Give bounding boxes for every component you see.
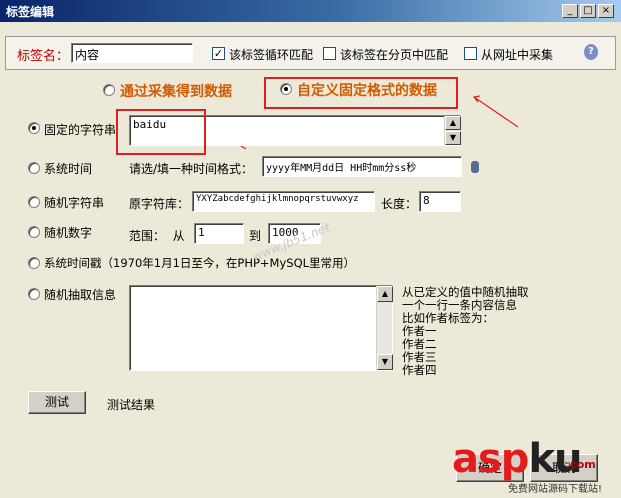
test-result-label: 测试结果	[107, 398, 156, 412]
charset-input[interactable]: YXYZabcdefghijklmnopqrstuvwxyz	[192, 191, 375, 212]
random-pick-textarea[interactable]	[129, 285, 393, 371]
aspku-logo: aspku	[452, 436, 583, 482]
random-string-radio[interactable]	[28, 196, 40, 208]
test-button[interactable]: 测试	[28, 391, 86, 414]
fixed-string-radio[interactable]	[28, 122, 40, 134]
annotation-box-fixed	[116, 109, 206, 155]
timestamp-label: 系统时间戳（1970年1月1日至今，在PHP+MySQL里常用）	[44, 256, 356, 270]
range-prompt: 范围： 从	[129, 229, 185, 243]
system-time-label: 系统时间	[44, 162, 93, 176]
random-string-label: 随机字符串	[44, 196, 105, 210]
time-format-picker-icon[interactable]	[471, 161, 479, 173]
help-line: 作者四	[402, 363, 437, 377]
annotation-arrows	[205, 95, 519, 150]
range-from-input[interactable]: 1	[194, 223, 244, 244]
random-pick-help: 从已定义的值中随机抽取 一个一行一条内容信息 比如作者标签为： 作者一 作者二 …	[402, 286, 529, 377]
random-pick-radio[interactable]	[28, 288, 40, 300]
random-pick-label: 随机抽取信息	[44, 288, 117, 302]
time-format-prompt: 请选/填一种时间格式：	[129, 162, 254, 176]
fixed-string-scrollbar[interactable]: ▲ ▼	[444, 116, 461, 145]
charset-prompt: 原字符库：	[129, 197, 190, 211]
fixed-string-label: 固定的字符串	[44, 123, 117, 137]
scroll-up-icon[interactable]: ▲	[445, 116, 461, 130]
time-format-input[interactable]: yyyy年MM月dd日 HH时mm分ss秒	[262, 156, 462, 177]
logo-tagline: 免费网站源码下载站!	[508, 484, 603, 495]
logo-suffix: .com	[566, 458, 596, 471]
scroll-down-icon[interactable]: ▼	[377, 354, 393, 370]
system-time-radio[interactable]	[28, 162, 40, 174]
scroll-down-icon[interactable]: ▼	[445, 131, 461, 145]
length-label: 长度：	[381, 197, 418, 211]
random-pick-scrollbar[interactable]: ▲ ▼	[376, 286, 393, 370]
random-number-label: 随机数字	[44, 226, 93, 240]
scroll-up-icon[interactable]: ▲	[377, 286, 393, 302]
timestamp-radio[interactable]	[28, 257, 40, 269]
range-to-label: 到	[249, 229, 262, 243]
logo-part1: asp	[452, 436, 529, 482]
length-input[interactable]: 8	[419, 191, 461, 212]
random-number-radio[interactable]	[28, 226, 40, 238]
